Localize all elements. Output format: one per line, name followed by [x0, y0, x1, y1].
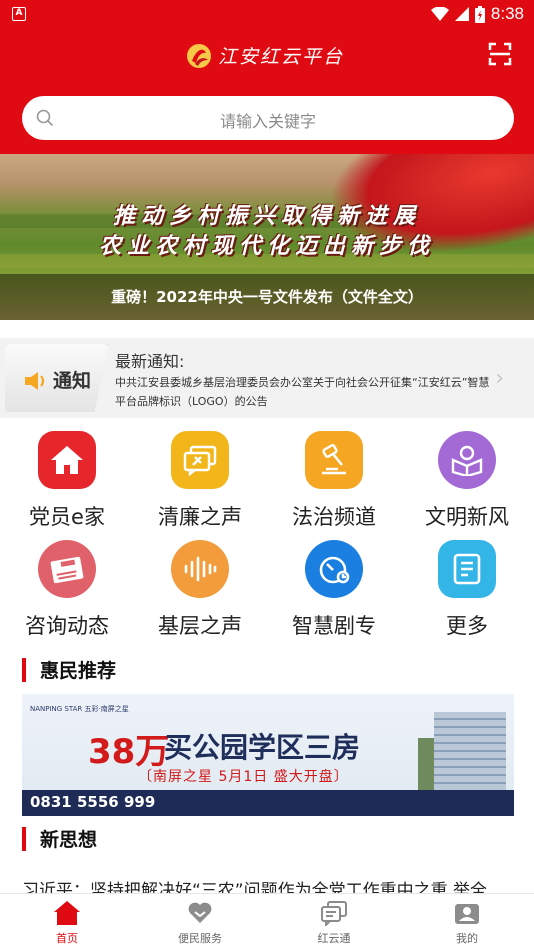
app-header: 江安红云平台 请输入关键字	[0, 30, 534, 156]
app-logo: 江安红云平台	[186, 42, 344, 69]
speaker-icon	[25, 372, 45, 390]
ad-footer: 0831 5556 999	[22, 790, 514, 816]
wifi-icon	[430, 7, 449, 21]
voice-icon	[171, 540, 229, 598]
battery-icon	[474, 5, 485, 23]
tab-label: 首页	[56, 932, 78, 945]
notice-text[interactable]: 中共江安县委城乡基层治理委员会办公室关于向社会公开征集“江安红云”智慧平台品牌标…	[115, 373, 493, 411]
clock: 8:38	[490, 4, 524, 23]
menu-label: 智慧剧专	[292, 614, 376, 638]
notice-badge: 通知	[5, 344, 109, 412]
section-accent-bar	[22, 826, 26, 851]
menu-item-clean-voice[interactable]: 清廉之声	[133, 431, 267, 531]
menu-item-party-home[interactable]: 党员e家	[0, 431, 134, 531]
gavel-icon	[305, 431, 363, 489]
scan-icon	[488, 42, 512, 66]
banner-caption[interactable]: 重磅！2022年中央一号文件发布（文件全文）	[0, 274, 534, 320]
dial-icon	[305, 540, 363, 598]
ad-phone: 0831 5556 999	[30, 793, 156, 811]
tab-home[interactable]: 首页	[0, 900, 134, 946]
app-title: 江安红云平台	[218, 46, 345, 68]
section-header-thought: 新思想	[22, 825, 97, 852]
home-tab-icon	[0, 900, 134, 926]
ad-brand: NANPING STAR 五彩·南屏之星	[30, 705, 129, 713]
banner-carousel[interactable]: 推动乡村振兴取得新进展 农业农村现代化迈出新步伐 重磅！2022年中央一号文件发…	[0, 154, 534, 320]
menu-label: 文明新风	[425, 505, 509, 529]
tab-label: 我的	[456, 932, 478, 945]
menu-item-law-channel[interactable]: 法治频道	[267, 431, 401, 531]
menu-item-grassroots-voice[interactable]: 基层之声	[133, 540, 267, 640]
section-title: 惠民推荐	[40, 660, 117, 682]
menu-label: 党员e家	[29, 505, 105, 529]
banner-slogan-2: 农业农村现代化迈出新步伐	[98, 233, 435, 259]
document-icon	[438, 540, 496, 598]
menu-item-more[interactable]: 更多	[400, 540, 534, 640]
tab-services[interactable]: 便民服务	[133, 900, 267, 946]
profile-tab-icon	[400, 900, 534, 926]
menu-item-smart-drama[interactable]: 智慧剧专	[267, 540, 401, 640]
ad-title: 买公园学区三房	[164, 731, 361, 764]
menu-item-news[interactable]: 咨询动态	[0, 540, 134, 640]
section-header-recommend: 惠民推荐	[22, 656, 116, 683]
tab-label: 红云通	[317, 932, 351, 945]
section-title: 新思想	[40, 829, 98, 851]
signal-icon	[454, 7, 469, 21]
status-icons: 8:38	[430, 4, 524, 24]
heart-tab-icon	[133, 900, 267, 926]
scan-button[interactable]	[488, 42, 512, 66]
message-tab-icon	[267, 900, 401, 926]
chat-flag-icon	[171, 431, 229, 489]
menu-label: 基层之声	[158, 614, 242, 638]
menu-label: 清廉之声	[158, 505, 242, 529]
section-accent-bar	[22, 657, 26, 682]
tab-label: 便民服务	[178, 932, 222, 945]
notice-badge-label: 通知	[53, 370, 92, 392]
menu-label: 法治频道	[292, 505, 376, 529]
chevron-right-icon: ›	[495, 366, 504, 391]
status-bar: A 8:38	[0, 0, 534, 30]
notice-bar[interactable]: 通知 最新通知: 中共江安县委城乡基层治理委员会办公室关于向社会公开征集“江安红…	[0, 338, 534, 418]
menu-label: 咨询动态	[25, 614, 109, 638]
news-icon	[38, 540, 96, 598]
search-placeholder: 请输入关键字	[219, 112, 316, 131]
search-input[interactable]: 请输入关键字	[22, 96, 514, 140]
ad-subtitle: 〔南屏之星 5月1日 盛大开盘〕	[138, 769, 349, 785]
notification-icon: A	[12, 7, 26, 21]
reader-icon	[438, 431, 496, 489]
banner-slogan-1: 推动乡村振兴取得新进展	[112, 203, 421, 229]
menu-label: 更多	[446, 614, 488, 638]
ad-banner[interactable]: NANPING STAR 五彩·南屏之星 38万 买公园学区三房 〔南屏之星 5…	[22, 694, 514, 816]
notice-heading: 最新通知:	[115, 352, 185, 371]
tab-mine[interactable]: 我的	[400, 900, 534, 946]
home-icon	[38, 431, 96, 489]
logo-icon	[187, 43, 211, 68]
tab-hongyuntong[interactable]: 红云通	[267, 900, 401, 946]
menu-item-civilization[interactable]: 文明新风	[400, 431, 534, 531]
bottom-tab-bar: 首页 便民服务 红云通 我的	[0, 893, 534, 950]
